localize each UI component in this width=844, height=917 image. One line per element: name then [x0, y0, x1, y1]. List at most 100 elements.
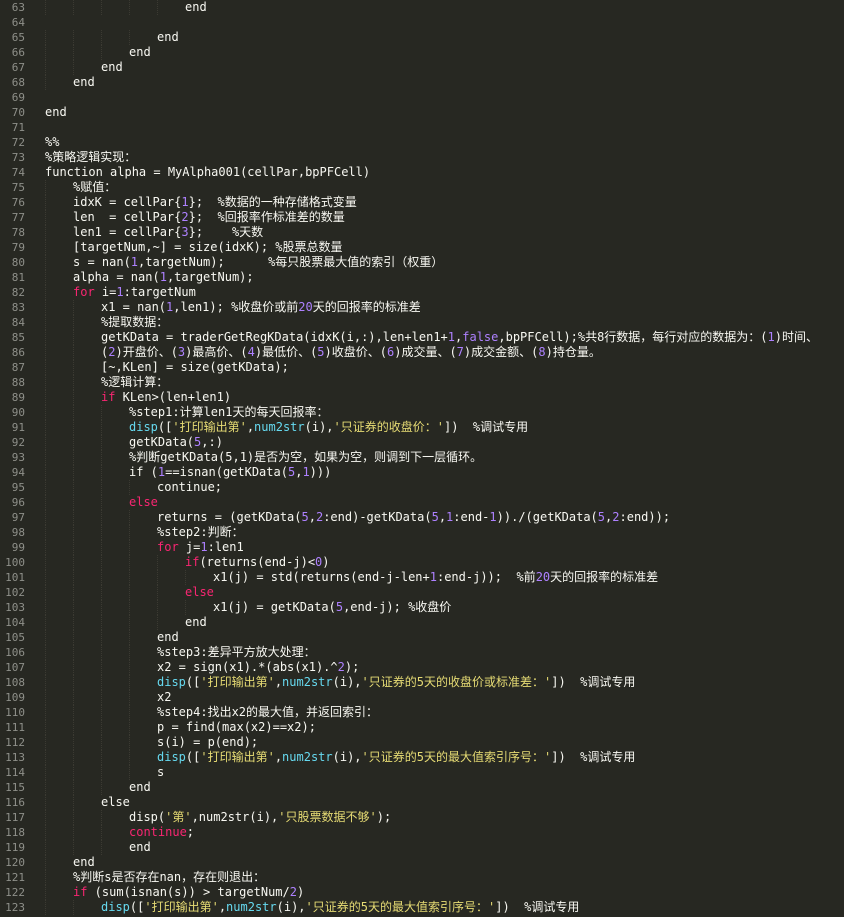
indent-guide — [73, 600, 74, 615]
code-line[interactable]: 77 len = cellPar{2}; %回报率作标准差的数量 — [0, 210, 844, 225]
line-number: 120 — [5, 856, 25, 869]
code-line[interactable]: 114 s — [0, 765, 844, 780]
indent-guide — [129, 630, 130, 645]
indent-guide — [73, 720, 74, 735]
indent-guide — [45, 510, 46, 525]
code-line[interactable]: 83 x1 = nan(1,len1); %收盘价或前20天的回报率的标准差 — [0, 300, 844, 315]
code-editor[interactable]: 63 end 64 65 end 66 end 67 end 68 end 69 70 end 71 72%%… — [0, 0, 844, 917]
code-line[interactable]: 67 end — [0, 60, 844, 75]
code-line[interactable]: 66 end — [0, 45, 844, 60]
code-line[interactable]: 79 [targetNum,~] = size(idxK); %股票总数量 — [0, 240, 844, 255]
code-line[interactable]: 123 disp(['打印输出第',num2str(i),'只证券的5天的最大值索… — [0, 900, 844, 915]
code-line[interactable]: 64 — [0, 15, 844, 30]
code-line[interactable]: 85 getKData = traderGetRegKData(idxK(i,:)… — [0, 330, 844, 345]
code-line[interactable]: 87 [~,KLen] = size(getKData); — [0, 360, 844, 375]
code-line[interactable]: 94 if (1==isnan(getKData(5,1))) — [0, 465, 844, 480]
code-line[interactable]: 99 for j=1:len1 — [0, 540, 844, 555]
code-line[interactable]: 113 disp(['打印输出第',num2str(i),'只证券的5天的最大值索… — [0, 750, 844, 765]
code-line[interactable]: 100 if(returns(end-j)<0) — [0, 555, 844, 570]
code-line[interactable]: 96 else — [0, 495, 844, 510]
code-line[interactable]: 103 x1(j) = getKData(5,end-j); %收盘价 — [0, 600, 844, 615]
code-line[interactable]: 74 function alpha = MyAlpha001(cellPar,bp… — [0, 165, 844, 180]
code-line[interactable]: 102 else — [0, 585, 844, 600]
code-line[interactable]: 92 getKData(5,:) — [0, 435, 844, 450]
code-line[interactable]: 95 continue; — [0, 480, 844, 495]
indent-guide — [101, 645, 102, 660]
code-line[interactable]: 115 end — [0, 780, 844, 795]
code-text: %step2:判断： — [157, 525, 244, 540]
code-line[interactable]: 116 else — [0, 795, 844, 810]
code-token: 5 — [431, 510, 439, 524]
code-line[interactable]: 69 — [0, 90, 844, 105]
code-token: 2 — [289, 885, 297, 899]
code-line[interactable]: 109 x2 — [0, 690, 844, 705]
indent-guide — [101, 810, 102, 825]
indent-guide — [45, 870, 46, 885]
code-line[interactable]: 75 %赋值： — [0, 180, 844, 195]
line-number: 97 — [11, 511, 25, 524]
code-line[interactable]: 71 — [0, 120, 844, 135]
indent-guide — [101, 465, 102, 480]
code-line[interactable]: 76 idxK = cellPar{1}; %数据的一种存储格式变量 — [0, 195, 844, 210]
code-line[interactable]: 63 end — [0, 0, 844, 15]
code-line[interactable]: 68 end — [0, 75, 844, 90]
code-line[interactable]: 81 alpha = nan(1,targetNum); — [0, 270, 844, 285]
code-line[interactable]: 121 %判断s是否存在nan，存在则退出： — [0, 870, 844, 885]
code-line[interactable]: 84 %提取数据： — [0, 315, 844, 330]
code-line[interactable]: 119 end — [0, 840, 844, 855]
code-token: ) — [322, 555, 330, 569]
code-text: end — [73, 75, 95, 90]
line-number: 77 — [11, 211, 25, 224]
code-line[interactable]: 91 disp(['打印输出第',num2str(i),'只证券的收盘价：']) … — [0, 420, 844, 435]
indent-guide — [45, 360, 46, 375]
code-token: (i), — [304, 420, 334, 434]
line-number: 94 — [11, 466, 25, 479]
code-text: end — [101, 60, 123, 75]
code-line[interactable]: 97 returns = (getKData(5,2:end)-getKData(… — [0, 510, 844, 525]
code-line[interactable]: 93 %判断getKData(5,1)是否为空，如果为空，则调到下一层循环。 — [0, 450, 844, 465]
code-token: s(i) = p(end); — [157, 735, 259, 749]
code-token: %step4:找出x2的最大值，并返回索引： — [157, 705, 379, 719]
code-token: }; %回报率作标准差的数量 — [188, 210, 345, 224]
code-line[interactable]: 104 end — [0, 615, 844, 630]
indent-guide — [45, 645, 46, 660]
code-line[interactable]: 98 %step2:判断： — [0, 525, 844, 540]
code-line[interactable]: 78 len1 = cellPar{3}; %天数 — [0, 225, 844, 240]
code-line[interactable]: 112 s(i) = p(end); — [0, 735, 844, 750]
code-line[interactable]: 90 %step1:计算len1天的每天回报率： — [0, 405, 844, 420]
code-line[interactable]: 105 end — [0, 630, 844, 645]
code-token: p = find(max(x2)==x2); — [157, 720, 316, 734]
code-token: KLen>(len+len1) — [115, 390, 232, 404]
code-line[interactable]: 101 x1(j) = std(returns(end-j-len+1:end-j… — [0, 570, 844, 585]
code-line[interactable]: 80 s = nan(1,targetNum); %每只股票最大值的索引（权重） — [0, 255, 844, 270]
code-line[interactable]: 120 end — [0, 855, 844, 870]
code-line[interactable]: 72%% — [0, 135, 844, 150]
code-line[interactable]: 107 x2 = sign(x1).*(abs(x1).^2); — [0, 660, 844, 675]
code-line[interactable]: 82 for i=1:targetNum — [0, 285, 844, 300]
code-line[interactable]: 106 %step3:差异平方放大处理： — [0, 645, 844, 660]
code-line[interactable]: 70 end — [0, 105, 844, 120]
code-line[interactable]: 118 continue; — [0, 825, 844, 840]
indent-guide — [45, 450, 46, 465]
code-text: x2 — [157, 690, 171, 705]
code-token: ([ — [185, 675, 201, 689]
indent-guide — [73, 300, 74, 315]
code-text: continue; — [129, 825, 194, 840]
indent-guide — [45, 795, 46, 810]
line-number: 65 — [11, 31, 25, 44]
code-line[interactable]: 89 if KLen>(len+len1) — [0, 390, 844, 405]
code-line[interactable]: 73 %策略逻辑实现： — [0, 150, 844, 165]
code-token: ); — [376, 810, 392, 824]
code-line[interactable]: 117 disp('第',num2str(i),'只股票数据不够'); — [0, 810, 844, 825]
code-token: ([ — [157, 420, 173, 434]
code-line[interactable]: 88 %逻辑计算： — [0, 375, 844, 390]
code-line[interactable]: 111 p = find(max(x2)==x2); — [0, 720, 844, 735]
code-line[interactable]: 108 disp(['打印输出第',num2str(i),'只证券的5天的收盘价或… — [0, 675, 844, 690]
code-token: (i), — [276, 900, 306, 914]
code-token: )最高价、( — [185, 345, 248, 359]
code-line[interactable]: 122 if (sum(isnan(s)) > targetNum/2) — [0, 885, 844, 900]
indent-guide — [101, 450, 102, 465]
code-line[interactable]: 65 end — [0, 30, 844, 45]
code-line[interactable]: 110 %step4:找出x2的最大值，并返回索引： — [0, 705, 844, 720]
code-line[interactable]: 86 (2)开盘价、(3)最高价、(4)最低价、(5)收盘价、(6)成交量、(7)… — [0, 345, 844, 360]
